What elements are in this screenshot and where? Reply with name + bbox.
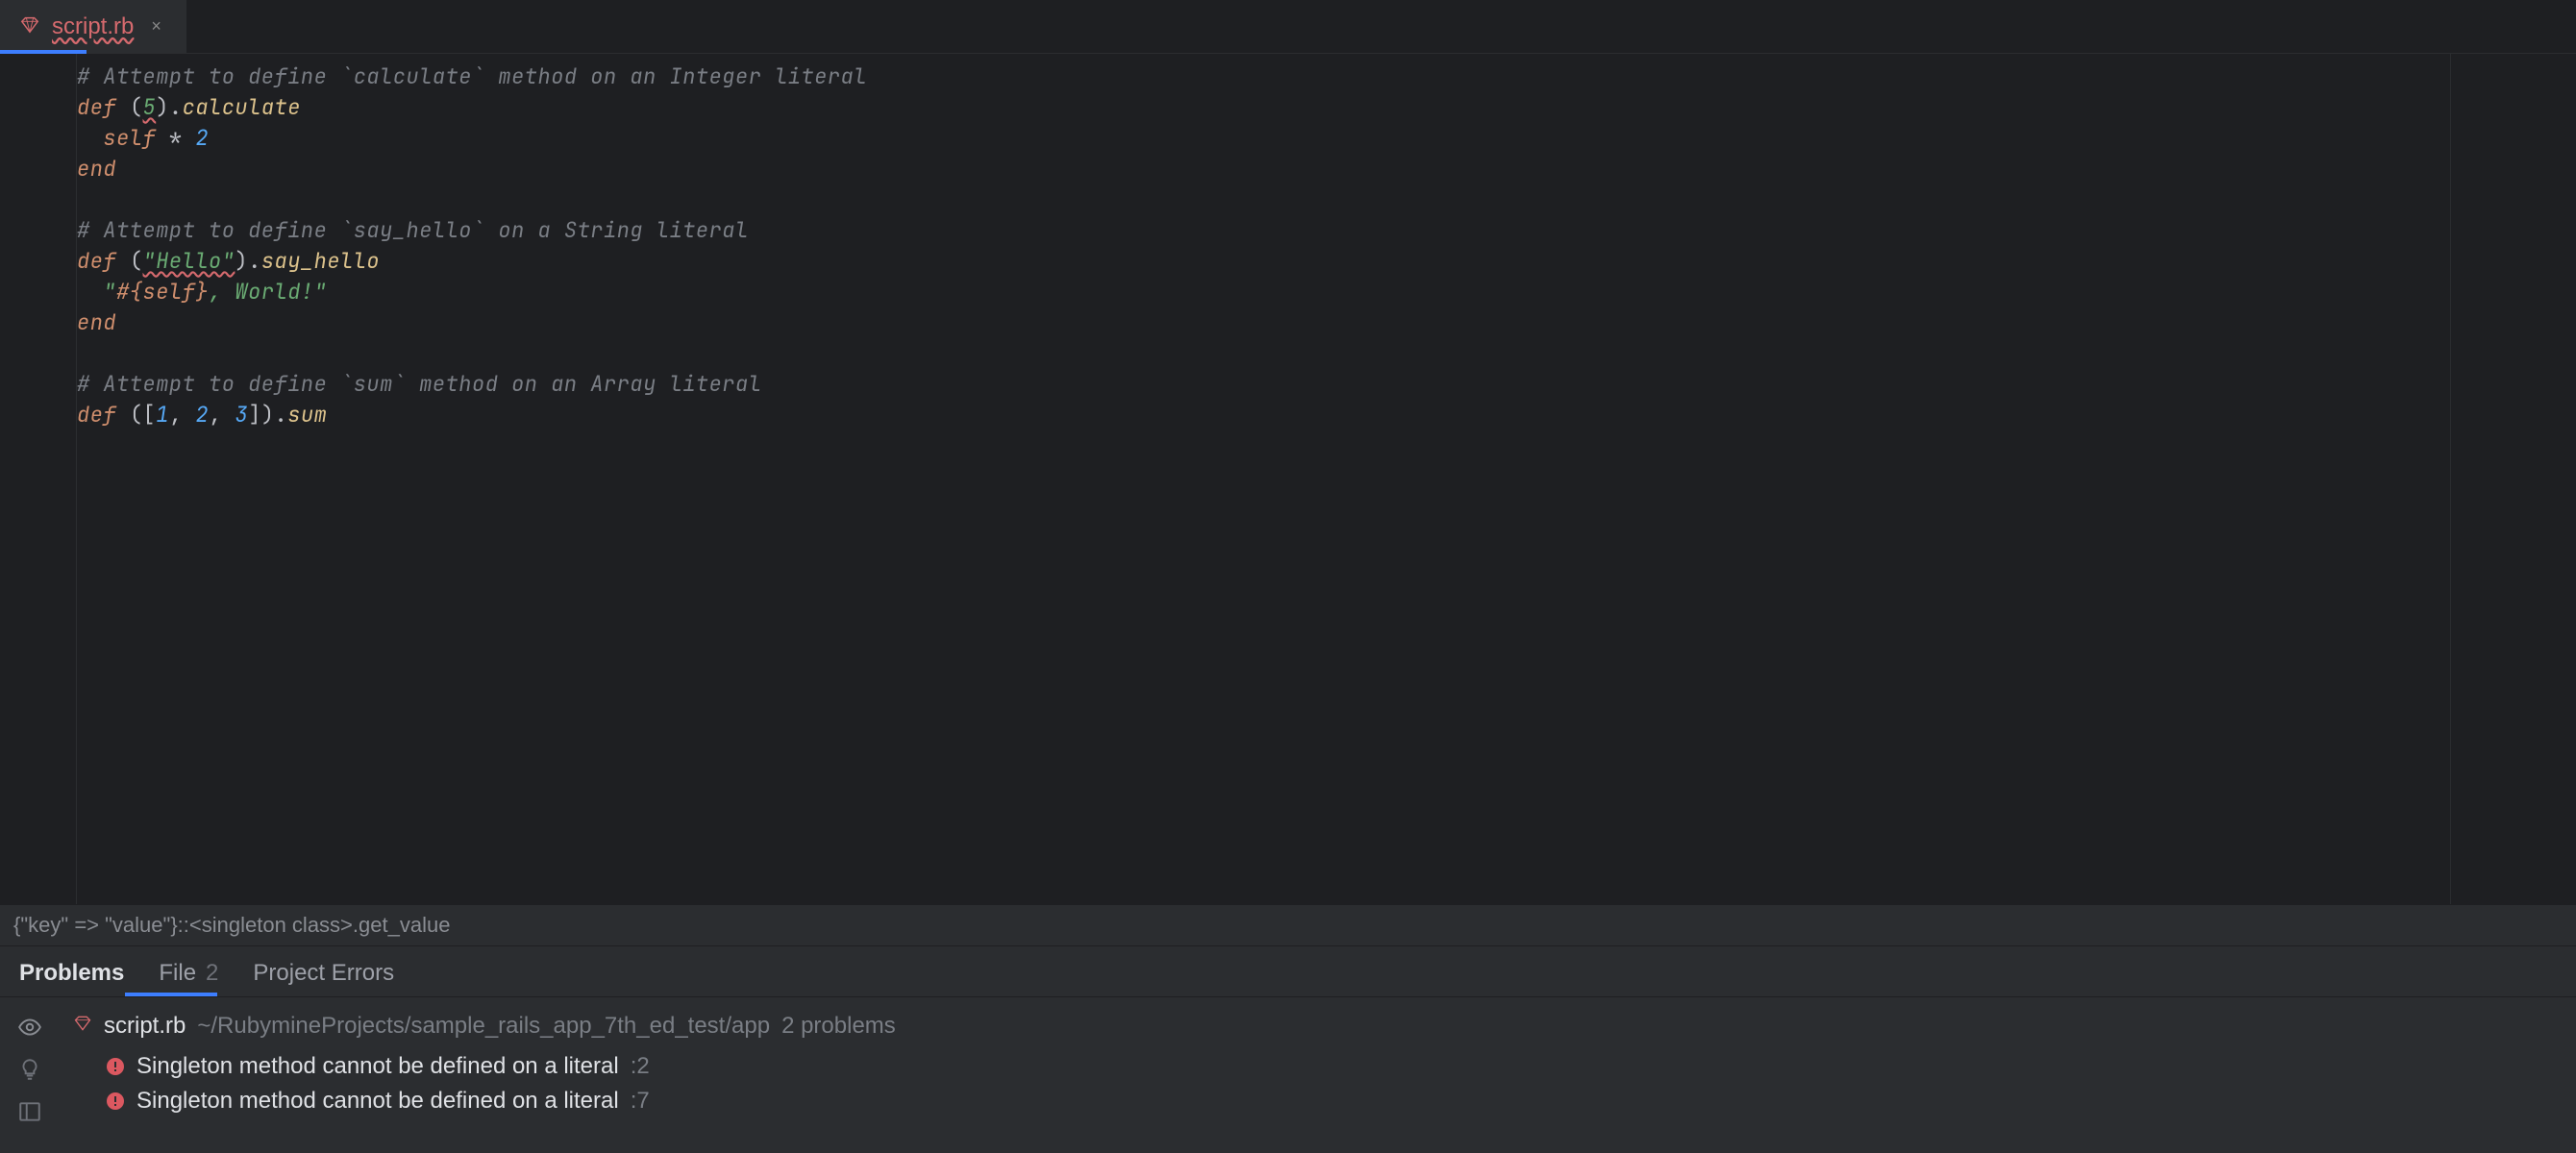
- code-line: "#{self}, World!": [77, 277, 2450, 307]
- problems-list: script.rb ~/RubymineProjects/sample_rail…: [60, 1009, 2576, 1124]
- problem-message: Singleton method cannot be defined on a …: [136, 1053, 619, 1080]
- tab-bar: script.rb ×: [0, 0, 2576, 54]
- problem-file-name: script.rb: [104, 1013, 186, 1040]
- problems-panel: Problems File 2 Project Errors script.rb…: [0, 946, 2576, 1153]
- editor-gutter: [0, 54, 77, 904]
- code-line: # Attempt to define `sum` method on an A…: [77, 369, 2450, 400]
- ruby-icon: [73, 1013, 92, 1040]
- tab-project-errors-label: Project Errors: [253, 960, 394, 987]
- tab-active-indicator: [0, 50, 87, 54]
- editor-right-margin: [2451, 54, 2576, 904]
- error-icon: [106, 1092, 125, 1111]
- code-line: [77, 184, 2450, 215]
- code-line: self * 2: [77, 123, 2450, 154]
- breadcrumb[interactable]: {"key" => "value"}::<singleton class>.ge…: [0, 904, 2576, 946]
- tab-file-count: 2: [206, 960, 218, 987]
- problem-line-number: :2: [631, 1053, 650, 1080]
- eye-icon[interactable]: [17, 1015, 42, 1040]
- problem-file-count: 2 problems: [781, 1013, 896, 1040]
- editor: # Attempt to define `calculate` method o…: [0, 54, 2576, 904]
- close-tab-button[interactable]: ×: [145, 14, 167, 38]
- lightbulb-icon[interactable]: [17, 1057, 42, 1082]
- editor-tab[interactable]: script.rb ×: [0, 0, 186, 53]
- code-line: def (5).calculate: [77, 92, 2450, 123]
- code-line: end: [77, 154, 2450, 184]
- problems-tab-indicator: [125, 993, 217, 996]
- tab-problems[interactable]: Problems: [19, 960, 124, 987]
- tab-file-label: File: [159, 960, 196, 987]
- problem-row[interactable]: Singleton method cannot be defined on a …: [73, 1084, 2576, 1118]
- error-icon: [106, 1057, 125, 1076]
- problem-message: Singleton method cannot be defined on a …: [136, 1088, 619, 1115]
- code-area[interactable]: # Attempt to define `calculate` method o…: [77, 54, 2451, 904]
- code-line: [77, 338, 2450, 369]
- ruby-icon: [19, 14, 40, 38]
- problems-body: script.rb ~/RubymineProjects/sample_rail…: [0, 997, 2576, 1153]
- code-line: def ("Hello").say_hello: [77, 246, 2450, 277]
- tab-problems-label: Problems: [19, 960, 124, 987]
- problem-file-header[interactable]: script.rb ~/RubymineProjects/sample_rail…: [73, 1009, 2576, 1049]
- problem-line-number: :7: [631, 1088, 650, 1115]
- problem-file-path: ~/RubymineProjects/sample_rails_app_7th_…: [197, 1013, 770, 1040]
- code-line: # Attempt to define `calculate` method o…: [77, 61, 2450, 92]
- code-line: end: [77, 307, 2450, 338]
- code-line: # Attempt to define `say_hello` on a Str…: [77, 215, 2450, 246]
- code-line: def ([1, 2, 3]).sum: [77, 400, 2450, 430]
- tab-filename: script.rb: [52, 13, 134, 40]
- problems-tabs: Problems File 2 Project Errors: [0, 946, 2576, 997]
- tab-file[interactable]: File 2: [159, 960, 218, 987]
- tab-project-errors[interactable]: Project Errors: [253, 960, 394, 987]
- problem-row[interactable]: Singleton method cannot be defined on a …: [73, 1049, 2576, 1084]
- panel-layout-icon[interactable]: [17, 1099, 42, 1124]
- problems-sidebar: [0, 1009, 60, 1124]
